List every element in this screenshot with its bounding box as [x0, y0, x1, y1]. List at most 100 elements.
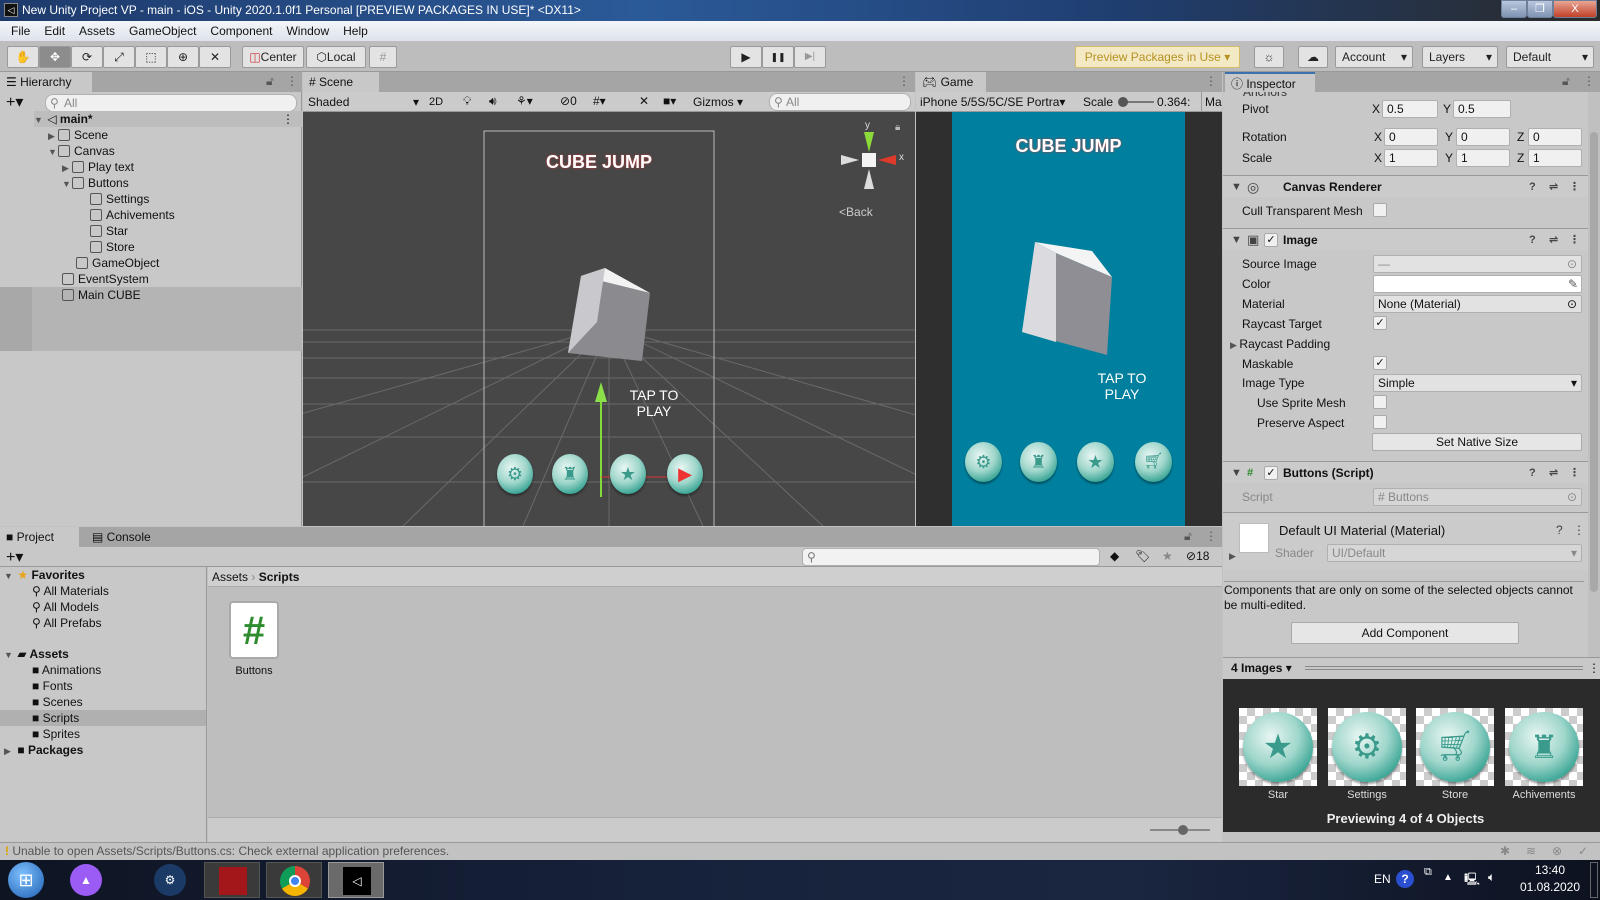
volume-icon[interactable]: 🔈︎ — [1488, 870, 1495, 885]
filter-by-type-icon[interactable]: ◆ — [1110, 549, 1119, 563]
more-icon[interactable]: ⋮ — [1583, 74, 1595, 88]
pivot-center-button[interactable]: ◫Center — [242, 46, 304, 68]
dota-app-icon[interactable] — [204, 862, 260, 898]
canvas-renderer-header[interactable]: ▼ ◎ Canvas Renderer ? ⇌ ⋮ — [1223, 175, 1588, 197]
move-tool-icon[interactable]: ✥ — [39, 46, 71, 68]
layout-dropdown[interactable]: Default ▾ — [1506, 46, 1594, 68]
start-button[interactable]: ⊞ — [8, 862, 44, 898]
menu-help[interactable]: Help — [336, 24, 375, 38]
rotation-x-field[interactable]: 0 — [1384, 128, 1438, 146]
object-picker-icon[interactable]: ⊙ — [1567, 296, 1577, 312]
tab-project[interactable]: ■ Project — [0, 527, 79, 547]
favorite-star-icon[interactable]: ★ — [1162, 549, 1173, 563]
source-image-field[interactable]: — ⊙ — [1373, 255, 1582, 273]
hierarchy-item[interactable]: Store — [90, 239, 135, 255]
tab-game[interactable]: 🎮︎ Game — [916, 72, 986, 92]
add-icon[interactable]: +▾ — [6, 92, 23, 112]
hierarchy-item[interactable]: Achivements — [90, 207, 175, 223]
hierarchy-item[interactable]: ▼ Canvas — [48, 143, 115, 159]
2d-toggle[interactable]: 2D — [429, 93, 451, 111]
gizmo-back-label[interactable]: <Back — [839, 205, 873, 219]
menu-assets[interactable]: Assets — [72, 24, 122, 38]
hierarchy-item[interactable]: Star — [90, 223, 128, 239]
folder-item[interactable]: ■ Scenes — [32, 694, 83, 710]
status-bar[interactable]: ! Unable to open Assets/Scripts/Buttons.… — [0, 842, 1600, 860]
help-icon[interactable]: ? — [1396, 870, 1414, 888]
scale-y-field[interactable]: 1 — [1456, 149, 1510, 167]
more-icon[interactable]: ⋮ — [1588, 661, 1600, 675]
clock-date[interactable]: 01.08.2020 — [1512, 880, 1588, 894]
material-field[interactable]: None (Material) ⊙ — [1373, 295, 1582, 313]
eyedropper-icon[interactable]: ✎ — [1568, 276, 1578, 292]
rotation-y-field[interactable]: 0 — [1456, 128, 1510, 146]
hierarchy-item[interactable]: Settings — [90, 191, 149, 207]
game-settings-button[interactable]: ⚙ — [965, 442, 1002, 482]
hierarchy-search-input[interactable]: ⚲ All — [45, 94, 297, 112]
transform-tool-icon[interactable]: ⊕ — [167, 46, 199, 68]
game-star-button[interactable]: ★ — [1077, 442, 1114, 482]
tab-scene[interactable]: # Scene — [303, 72, 379, 92]
windows-switch-icon[interactable]: ⧉ — [1424, 866, 1432, 879]
hierarchy-item[interactable]: ▶ Play text — [62, 159, 134, 175]
alice-app-icon[interactable]: ▲ — [70, 864, 102, 896]
more-icon[interactable]: ⋮ — [282, 111, 294, 127]
folder-item[interactable]: ■ Sprites — [32, 726, 80, 742]
presets-icon[interactable]: ⇌ — [1549, 229, 1558, 251]
breadcrumb-scripts[interactable]: Scripts — [259, 570, 300, 584]
lock-icon[interactable]: 🔒︎ — [895, 122, 900, 133]
camera-icon[interactable]: ■▾ — [663, 94, 676, 108]
gizmos-dropdown[interactable]: Gizmos ▾ — [693, 93, 755, 111]
tab-console[interactable]: ▤ Console — [86, 527, 166, 547]
hierarchy-item[interactable]: ▶ Scene — [48, 127, 108, 143]
more-icon[interactable]: ⋮ — [286, 74, 298, 88]
shading-mode-dropdown[interactable]: Shaded ▾ — [305, 93, 423, 111]
help-icon[interactable]: ? — [1556, 523, 1563, 537]
assets-foldout[interactable]: ▼ ▰ Assets — [4, 646, 69, 662]
scene-orientation-gizmo[interactable]: y x — [833, 120, 904, 194]
image-enabled-checkbox[interactable]: ✓ — [1264, 233, 1278, 247]
preview-dropdown[interactable]: 4 Images ▾ — [1231, 661, 1292, 675]
game-store-button[interactable]: 🛒︎ — [1135, 442, 1172, 482]
filter-by-label-icon[interactable]: 🏷︎ — [1135, 549, 1150, 563]
help-icon[interactable]: ? — [1529, 229, 1536, 251]
effects-icon[interactable]: ⚘▾ — [516, 94, 533, 108]
scene-search-input[interactable]: ⚲ All — [769, 93, 911, 111]
layers-dropdown[interactable]: Layers ▾ — [1422, 46, 1498, 68]
hierarchy-item[interactable]: EventSystem — [62, 271, 149, 287]
close-button[interactable]: X — [1553, 0, 1597, 18]
auto-generate-lighting-icon[interactable]: ⊗ — [1552, 843, 1562, 860]
rotation-z-field[interactable]: 0 — [1528, 128, 1582, 146]
scene-star-button[interactable]: ★ — [610, 454, 646, 494]
menu-component[interactable]: Component — [203, 24, 279, 38]
language-indicator[interactable]: EN — [1374, 872, 1391, 886]
use-sprite-mesh-checkbox[interactable] — [1373, 395, 1387, 409]
scene-store-button[interactable]: ▶ — [667, 454, 703, 494]
favorite-item[interactable]: ⚲ All Prefabs — [32, 615, 102, 631]
folder-item-selected[interactable]: ■ Scripts — [32, 710, 79, 726]
hierarchy-item[interactable]: GameObject — [76, 255, 159, 271]
minimize-button[interactable]: – — [1501, 0, 1527, 18]
more-icon[interactable]: ⋮ — [898, 74, 910, 88]
more-icon[interactable]: ⋮ — [1205, 529, 1217, 543]
presets-icon[interactable]: ⇌ — [1549, 176, 1558, 198]
scrollbar-thumb[interactable] — [1590, 132, 1598, 592]
cloud-icon[interactable]: ☁ — [1298, 46, 1328, 68]
raycast-target-checkbox[interactable]: ✓ — [1373, 316, 1387, 330]
grid-toggle-icon[interactable]: #▾ — [593, 94, 606, 108]
inspector-scrollbar[interactable] — [1588, 92, 1600, 660]
lighting-toggle-icon[interactable]: 💡︎ — [463, 94, 471, 109]
pivot-local-button[interactable]: ⬡Local — [306, 46, 366, 68]
clock-time[interactable]: 13:40 — [1520, 863, 1580, 877]
check-icon[interactable]: ✓ — [1578, 843, 1588, 860]
tools-icon[interactable]: ✕ — [639, 94, 649, 108]
project-search-input[interactable]: ⚲ — [802, 548, 1100, 566]
play-button[interactable]: ▶ — [730, 46, 762, 68]
color-field[interactable]: ✎ — [1373, 275, 1582, 293]
favorite-item[interactable]: ⚲ All Models — [32, 599, 99, 615]
pivot-y-field[interactable]: 0.5 — [1453, 100, 1511, 118]
resolution-dropdown[interactable]: iPhone 5/5S/5C/SE Portra▾ — [920, 92, 1065, 112]
menu-window[interactable]: Window — [279, 24, 336, 38]
maximize-on-play-toggle[interactable]: Ma — [1201, 92, 1222, 112]
scale-x-field[interactable]: 1 — [1384, 149, 1438, 167]
step-button[interactable]: ▶| — [794, 46, 826, 68]
